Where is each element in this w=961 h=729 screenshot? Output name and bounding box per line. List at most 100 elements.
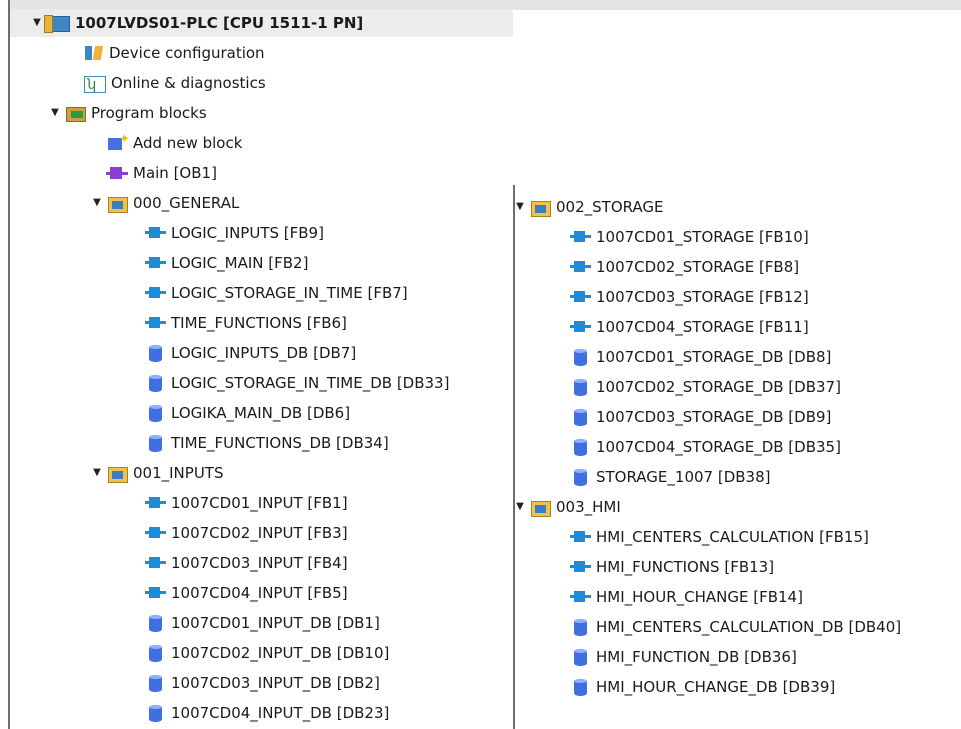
tree-item[interactable]: HMI_CENTERS_CALCULATION_DB [DB40]	[571, 613, 901, 641]
tree-item[interactable]: HMI_FUNCTIONS [FB13]	[570, 553, 775, 581]
expand-arrow-icon[interactable]: ▼	[48, 99, 62, 127]
tree-item[interactable]: TIME_FUNCTIONS [FB6]	[145, 309, 347, 337]
db-block-icon	[571, 468, 591, 486]
tree-item[interactable]: LOGIC_INPUTS_DB [DB7]	[146, 339, 356, 367]
tree-item[interactable]: Main [OB1]	[106, 159, 217, 187]
tree-item-label: 1007CD04_STORAGE_DB [DB35]	[596, 438, 841, 456]
tree-item[interactable]: LOGIC_MAIN [FB2]	[145, 249, 308, 277]
tree-item-label: HMI_FUNCTION_DB [DB36]	[596, 648, 797, 666]
tree-folder-node[interactable]: ▼ 002_STORAGE	[515, 193, 664, 221]
db-block-icon	[146, 374, 166, 392]
expand-arrow-icon[interactable]: ▼	[90, 189, 104, 217]
tree-item[interactable]: 1007CD02_STORAGE [FB8]	[570, 253, 800, 281]
fb-block-icon	[570, 588, 591, 606]
fb-block-icon	[570, 318, 591, 336]
tree-item-label: 1007CD03_STORAGE_DB [DB9]	[596, 408, 832, 426]
add-block-icon	[108, 126, 130, 154]
fb-block-icon	[145, 494, 166, 512]
fb-block-icon	[570, 258, 591, 276]
fb-block-icon	[570, 558, 591, 576]
tree-item[interactable]: 1007CD03_INPUT_DB [DB2]	[146, 669, 380, 697]
tree-item-label: 1007CD02_STORAGE [FB8]	[596, 258, 800, 276]
device-configuration-icon	[84, 44, 104, 62]
group-folder-icon	[108, 194, 128, 213]
tree-item-label: 002_STORAGE	[556, 198, 664, 216]
tree-folder-node[interactable]: ▼ Program blocks	[48, 99, 207, 127]
tree-item[interactable]: Device configuration	[84, 39, 265, 67]
db-block-icon	[146, 344, 166, 362]
tree-item-label: HMI_HOUR_CHANGE [FB14]	[596, 588, 803, 606]
tree-item[interactable]: HMI_CENTERS_CALCULATION [FB15]	[570, 523, 869, 551]
expand-arrow-icon[interactable]: ▼	[515, 493, 527, 521]
db-block-icon	[146, 434, 166, 452]
tree-item-label: Online & diagnostics	[111, 74, 266, 92]
tree-item-label: 1007CD01_INPUT_DB [DB1]	[171, 614, 380, 632]
ob-block-icon	[106, 164, 128, 182]
db-block-icon	[571, 618, 591, 636]
tree-item[interactable]: 1007CD03_INPUT [FB4]	[145, 549, 348, 577]
tree-item[interactable]: 1007CD02_STORAGE_DB [DB37]	[571, 373, 841, 401]
tree-item-label: 1007CD02_STORAGE_DB [DB37]	[596, 378, 841, 396]
fb-block-icon	[145, 224, 166, 242]
fb-block-icon	[570, 228, 591, 246]
tree-folder-node[interactable]: ▼ 000_GENERAL	[90, 189, 239, 217]
tree-item[interactable]: Add new block	[108, 126, 242, 157]
tree-item-label: Main [OB1]	[133, 164, 217, 182]
tree-item[interactable]: HMI_HOUR_CHANGE_DB [DB39]	[571, 673, 835, 701]
tree-item-label: STORAGE_1007 [DB38]	[596, 468, 771, 486]
expand-arrow-icon[interactable]: ▼	[30, 9, 44, 37]
tree-item[interactable]: 1007CD04_INPUT [FB5]	[145, 579, 348, 607]
tree-item-label: HMI_FUNCTIONS [FB13]	[596, 558, 775, 576]
tree-item[interactable]: HMI_FUNCTION_DB [DB36]	[571, 643, 797, 671]
tree-item[interactable]: 1007CD03_STORAGE [FB12]	[570, 283, 809, 311]
tree-item[interactable]: 1007CD03_STORAGE_DB [DB9]	[571, 403, 831, 431]
tree-item-label: 003_HMI	[556, 498, 621, 516]
expand-arrow-icon[interactable]: ▼	[90, 459, 104, 487]
tree-item-label: 1007CD04_INPUT [FB5]	[171, 584, 348, 602]
db-block-icon	[571, 438, 591, 456]
fb-block-icon	[570, 528, 591, 546]
tree-item-label: Program blocks	[91, 104, 207, 122]
fb-block-icon	[145, 584, 166, 602]
fb-block-icon	[145, 554, 166, 572]
tree-item-label: 1007CD04_INPUT_DB [DB23]	[171, 704, 390, 722]
tree-item-label: 001_INPUTS	[133, 464, 224, 482]
group-folder-icon	[108, 464, 128, 483]
tree-folder-node[interactable]: ▼ 1007LVDS01-PLC [CPU 1511-1 PN]	[10, 9, 513, 37]
tree-item[interactable]: 1007CD01_STORAGE_DB [DB8]	[571, 343, 831, 371]
db-block-icon	[146, 644, 166, 662]
tree-item[interactable]: Online & diagnostics	[84, 69, 266, 99]
tree-item[interactable]: 1007CD01_STORAGE [FB10]	[570, 223, 809, 251]
tree-item[interactable]: 1007CD04_STORAGE_DB [DB35]	[571, 433, 841, 461]
tree-item[interactable]: HMI_HOUR_CHANGE [FB14]	[570, 583, 803, 611]
db-block-icon	[571, 648, 591, 666]
tree-item[interactable]: 1007CD02_INPUT_DB [DB10]	[146, 639, 389, 667]
tree-item[interactable]: LOGIC_INPUTS [FB9]	[145, 219, 324, 247]
tree-item-label: HMI_HOUR_CHANGE_DB [DB39]	[596, 678, 836, 696]
tree-item-label: 1007CD03_STORAGE [FB12]	[596, 288, 809, 306]
tree-item[interactable]: 1007CD04_STORAGE [FB11]	[570, 313, 809, 341]
tree-item-label: TIME_FUNCTIONS [FB6]	[171, 314, 347, 332]
db-block-icon	[571, 348, 591, 366]
tree-item[interactable]: LOGIC_STORAGE_IN_TIME_DB [DB33]	[146, 369, 449, 397]
expand-arrow-icon[interactable]: ▼	[515, 193, 527, 221]
tree-item-label: Device configuration	[109, 44, 265, 62]
tree-folder-node[interactable]: ▼ 003_HMI	[515, 493, 621, 521]
db-block-icon	[146, 614, 166, 632]
tree-item[interactable]: STORAGE_1007 [DB38]	[571, 463, 770, 491]
tree-item[interactable]: 1007CD01_INPUT_DB [DB1]	[146, 609, 380, 637]
tree-item-label: 1007CD01_INPUT [FB1]	[171, 494, 348, 512]
tree-item-label: 1007CD01_STORAGE_DB [DB8]	[596, 348, 832, 366]
tree-item[interactable]: 1007CD01_INPUT [FB1]	[145, 489, 348, 517]
tree-folder-node[interactable]: ▼ 001_INPUTS	[90, 459, 223, 487]
tree-item[interactable]: 1007CD04_INPUT_DB [DB23]	[146, 699, 389, 727]
tree-item-label: LOGIC_INPUTS [FB9]	[171, 224, 324, 242]
tree-item[interactable]: TIME_FUNCTIONS_DB [DB34]	[146, 429, 389, 457]
tree-item[interactable]: LOGIKA_MAIN_DB [DB6]	[146, 399, 350, 427]
tree-item[interactable]: LOGIC_STORAGE_IN_TIME [FB7]	[145, 279, 408, 307]
tree-item[interactable]: 1007CD02_INPUT [FB3]	[145, 519, 348, 547]
cpu-icon	[44, 15, 70, 33]
tree-item-label: 1007CD04_STORAGE [FB11]	[596, 318, 809, 336]
tree-item-label: LOGIKA_MAIN_DB [DB6]	[171, 404, 351, 422]
db-block-icon	[571, 378, 591, 396]
